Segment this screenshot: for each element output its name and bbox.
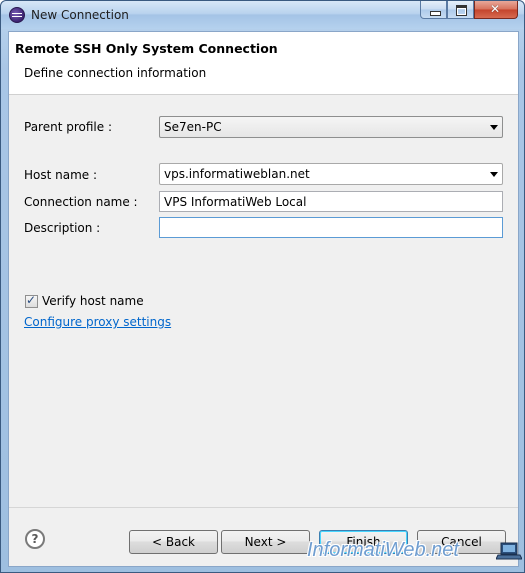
host-name-label: Host name :: [24, 168, 98, 182]
maximize-button[interactable]: [447, 1, 474, 19]
close-button[interactable]: [474, 1, 518, 19]
eclipse-icon: [9, 7, 25, 23]
connection-form: Parent profile : Se7en-PC Host name : vp…: [9, 96, 518, 506]
minimize-button[interactable]: [420, 1, 447, 19]
connection-name-field[interactable]: [159, 191, 503, 212]
laptop-icon: [496, 542, 522, 560]
parent-profile-select[interactable]: Se7en-PC: [159, 116, 503, 138]
page-title: Remote SSH Only System Connection: [15, 41, 278, 56]
configure-proxy-link[interactable]: Configure proxy settings: [24, 315, 171, 329]
description-label: Description :: [24, 221, 101, 235]
page-subtitle: Define connection information: [24, 66, 207, 80]
title-bar[interactable]: New Connection: [1, 1, 524, 29]
dialog-window: New Connection Remote SSH Only System Co…: [0, 0, 525, 573]
window-title: New Connection: [31, 8, 129, 22]
host-name-combo[interactable]: vps.informatiweblan.net: [159, 163, 503, 185]
next-button[interactable]: Next >: [221, 530, 310, 554]
host-name-value: vps.informatiweblan.net: [164, 167, 310, 181]
chevron-down-icon: [490, 125, 498, 130]
parent-profile-value: Se7en-PC: [164, 120, 222, 134]
help-icon[interactable]: ?: [25, 529, 45, 549]
verify-host-label[interactable]: Verify host name: [42, 294, 144, 308]
wizard-header: Remote SSH Only System Connection Define…: [9, 32, 518, 95]
dialog-body: Remote SSH Only System Connection Define…: [8, 31, 519, 567]
connection-name-label: Connection name :: [24, 195, 138, 209]
parent-profile-label: Parent profile :: [24, 120, 112, 134]
window-controls: [420, 1, 518, 19]
back-button[interactable]: < Back: [129, 530, 218, 554]
description-field[interactable]: [159, 217, 503, 238]
chevron-down-icon: [490, 172, 498, 177]
verify-host-checkbox[interactable]: [25, 293, 38, 308]
watermark-text: InformatiWeb.net: [307, 539, 459, 561]
